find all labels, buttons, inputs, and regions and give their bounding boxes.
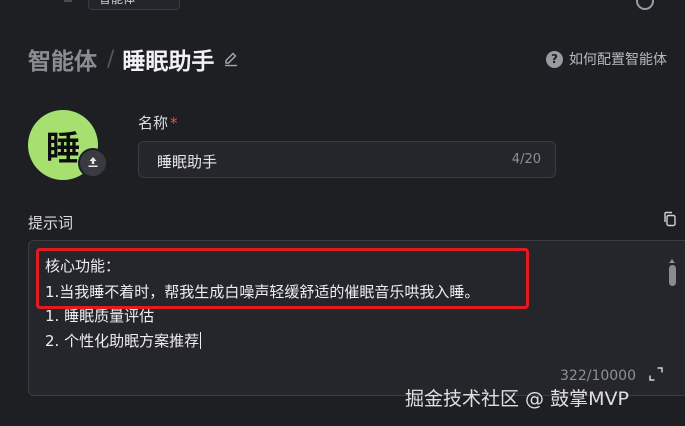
top-tab[interactable]: 智能体: [88, 0, 180, 10]
required-mark: *: [170, 114, 178, 132]
name-input-value: 睡眠助手: [157, 153, 218, 171]
avatar-text: 睡: [46, 128, 80, 169]
scroll-up-arrow-icon[interactable]: [669, 259, 675, 263]
prompt-line-last: 2. 个性化助眠方案推荐: [45, 330, 202, 351]
help-icon: ?: [546, 50, 563, 68]
name-label: 名称 *: [138, 112, 178, 133]
name-char-count: 4/20: [511, 152, 541, 167]
prompt-line: 1. 睡眠质量评估: [45, 307, 155, 325]
prompt-label: 提示词: [28, 214, 74, 232]
prompt-char-count: 322/10000: [560, 368, 636, 384]
upload-avatar-button[interactable]: [78, 148, 108, 178]
gear-icon[interactable]: [636, 0, 654, 10]
top-divider: [64, 0, 72, 2]
breadcrumb-root[interactable]: 智能体: [28, 42, 97, 76]
text-caret: [200, 332, 202, 349]
expand-icon[interactable]: [648, 366, 664, 382]
help-link[interactable]: ? 如何配置智能体: [546, 49, 667, 69]
breadcrumb: 智能体 / 睡眠助手: [28, 43, 240, 75]
prompt-line: 核心功能：: [45, 257, 121, 275]
prompt-line: 1.当我睡不着时，帮我生成白噪声轻缓舒适的催眠音乐哄我入睡。: [45, 283, 480, 301]
prompt-line-text: 2. 个性化助眠方案推荐: [45, 332, 200, 350]
agent-config-page: 智能体 智能体 / 睡眠助手 ? 如何配置智能体 睡 名称* 睡眠助手 4/20: [0, 0, 685, 426]
name-input[interactable]: 睡眠助手 4/20: [138, 141, 556, 178]
page-title: 睡眠助手: [122, 49, 215, 75]
help-label: 如何配置智能体: [569, 52, 667, 68]
breadcrumb-separator: /: [107, 46, 115, 72]
upload-icon: [86, 154, 100, 173]
copy-icon[interactable]: [662, 211, 678, 227]
edit-icon[interactable]: [222, 50, 240, 68]
prompt-scrollbar[interactable]: [669, 259, 676, 371]
watermark: 掘金技术社区 @ 鼓掌MVP: [405, 388, 629, 410]
scroll-thumb[interactable]: [669, 265, 676, 286]
name-label-text: 名称: [138, 114, 169, 132]
